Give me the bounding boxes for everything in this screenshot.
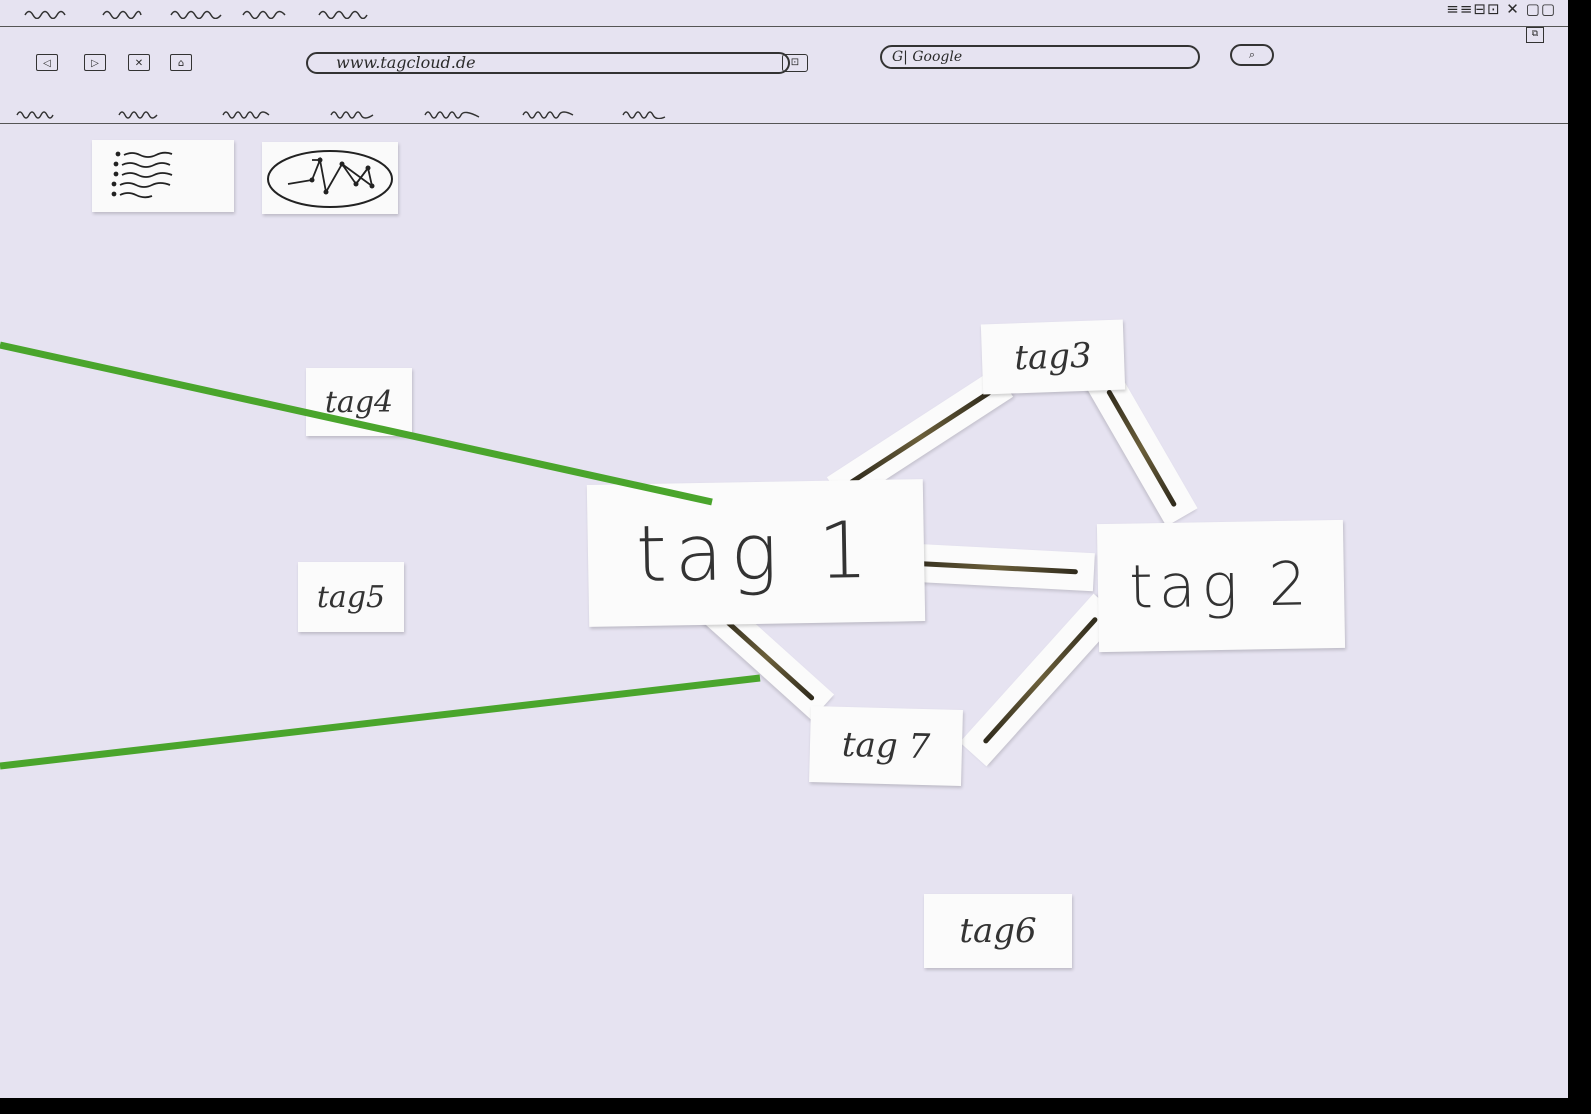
go-button[interactable]: ⊡: [782, 54, 808, 72]
bookmarks-bar: [0, 96, 1568, 124]
tag-node-3[interactable]: tag3: [980, 319, 1126, 395]
pointer-line-to-edge: [0, 674, 761, 770]
menu-item[interactable]: [242, 4, 286, 20]
bookmark-item[interactable]: [330, 104, 374, 119]
tag-node-2[interactable]: tag 2: [1096, 519, 1346, 653]
tag-node-4[interactable]: tag4: [306, 368, 412, 436]
bookmark-item[interactable]: [622, 104, 666, 120]
tag-label: tag6: [959, 911, 1037, 951]
back-button[interactable]: ◁: [36, 54, 58, 71]
tag-node-1[interactable]: tag 1: [586, 479, 926, 627]
menu-bar: ≡≡⊟⊡ ✕ ▢▢: [0, 0, 1568, 27]
edge-tag7-tag2: [959, 593, 1121, 767]
window-controls[interactable]: ≡≡⊟⊡ ✕ ▢▢: [1336, 0, 1556, 18]
bookmark-item[interactable]: [424, 104, 480, 119]
bookmark-item[interactable]: [16, 104, 54, 119]
tag-label: tag 1: [635, 505, 877, 601]
restore-window-icon[interactable]: ⧉: [1526, 27, 1544, 43]
menu-item[interactable]: [102, 4, 142, 20]
bookmark-item[interactable]: [522, 104, 574, 119]
tag-label: tag 7: [841, 724, 931, 768]
graph-view-button[interactable]: [262, 142, 398, 214]
url-input[interactable]: www.tagcloud.de: [306, 52, 790, 74]
tag-label: tag5: [316, 579, 386, 615]
paper-prototype-page: ≡≡⊟⊡ ✕ ▢▢ ◁ ▷ ✕ ⌂ www.tagcloud.de ⊡ G| G…: [0, 0, 1568, 1098]
menu-item[interactable]: [318, 4, 368, 20]
tag-node-5[interactable]: tag5: [298, 562, 404, 632]
menu-item[interactable]: [24, 4, 66, 20]
forward-button[interactable]: ▷: [84, 54, 106, 71]
edge-tag3-tag2: [1086, 369, 1198, 527]
search-input[interactable]: G| Google: [880, 45, 1200, 69]
menu-item[interactable]: [170, 4, 222, 20]
bookmark-item[interactable]: [222, 104, 270, 119]
home-button[interactable]: ⌂: [170, 54, 192, 71]
tag-label: tag4: [324, 384, 394, 420]
tag-node-7[interactable]: tag 7: [809, 706, 963, 786]
tag-label: tag 2: [1128, 549, 1314, 623]
tag-label: tag3: [1013, 335, 1093, 379]
list-view-button[interactable]: [92, 140, 234, 212]
graph-network-icon: [267, 150, 393, 208]
bookmark-item[interactable]: [118, 104, 158, 119]
stop-button[interactable]: ✕: [128, 54, 150, 71]
tag-node-6[interactable]: tag6: [924, 894, 1072, 968]
search-icon[interactable]: ⌕: [1230, 44, 1274, 66]
list-icon: [111, 151, 173, 199]
